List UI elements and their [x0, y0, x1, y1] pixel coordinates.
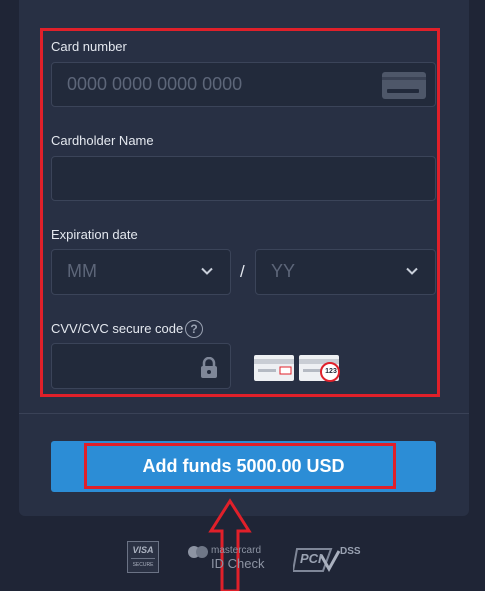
pci-text: PCI: [300, 551, 322, 566]
button-highlight-frame: [84, 443, 396, 489]
visa-divider: [131, 558, 155, 559]
divider: [19, 413, 469, 414]
visa-sub-text: SECURE: [132, 562, 154, 568]
visa-secure-logo: VISA SECURE: [127, 541, 159, 573]
dss-text: DSS: [340, 546, 361, 557]
mastercard-icon: [188, 546, 208, 558]
form-highlight-frame: [40, 28, 440, 397]
visa-text: VISA: [132, 545, 154, 555]
mastercard-sub-text: ID Check: [211, 556, 265, 571]
mastercard-text: mastercard: [211, 545, 262, 556]
